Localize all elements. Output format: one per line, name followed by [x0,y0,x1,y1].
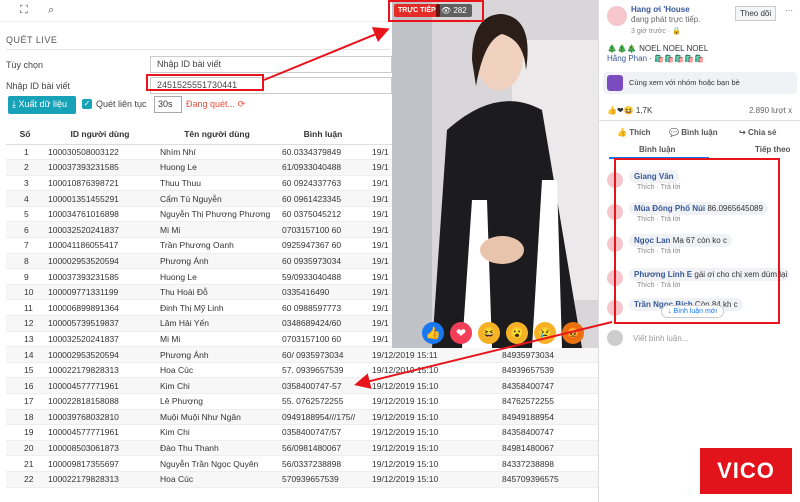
vico-logo: VICO [700,448,792,494]
annotation-arrows [263,27,613,389]
